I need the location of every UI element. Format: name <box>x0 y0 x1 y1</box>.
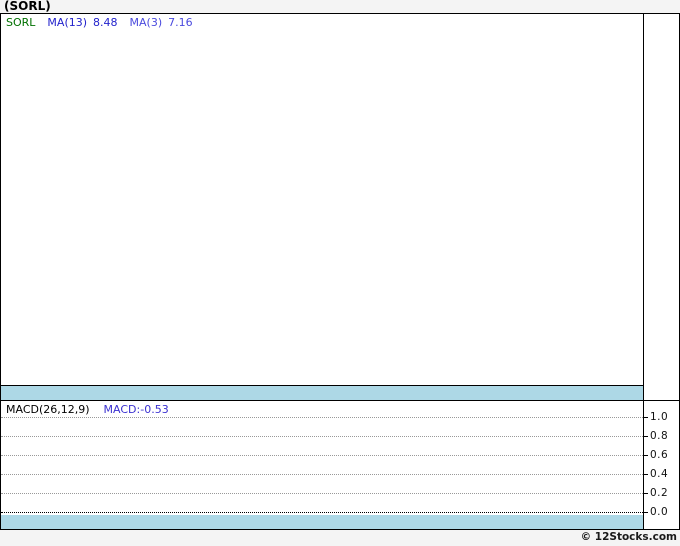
macd-gridline-0.6 <box>1 455 643 456</box>
macd-panel-divider <box>1 400 679 401</box>
macd-gridline-1.0 <box>1 417 643 418</box>
chart-frame: SORL MA(13) 8.48 MA(3) 7.16 MACD(26,12,9) MAC… <box>0 13 680 530</box>
macd-legend-value: MACD:-0.53 <box>103 403 169 416</box>
macd-zero-line <box>1 512 643 513</box>
legend-ma3-label: MA(3) <box>129 16 163 29</box>
macd-gridline-0.8 <box>1 436 643 437</box>
page-title: (SORL) <box>4 0 51 13</box>
price-panel-legend: SORL MA(13) 8.48 MA(3) 7.16 <box>6 16 193 29</box>
axis-tick <box>643 416 648 418</box>
copyright-text: © 12Stocks.com <box>580 531 677 543</box>
axis-tick <box>643 454 648 456</box>
legend-ma13-value: 8.48 <box>93 16 118 29</box>
macd-gridline-0.4 <box>1 474 643 475</box>
axis-tick <box>643 435 648 437</box>
axis-tick <box>643 511 648 513</box>
macd-axis-label-1.0: 1.0 <box>643 410 668 424</box>
macd-gridline-0.2 <box>1 493 643 494</box>
legend-symbol: SORL <box>6 16 36 29</box>
macd-axis-label-0.6: 0.6 <box>643 448 668 462</box>
macd-axis-label-0.2: 0.2 <box>643 486 668 500</box>
plot-area <box>1 14 644 529</box>
price-panel-bottom-band <box>1 385 643 400</box>
axis-tick <box>643 473 648 475</box>
macd-panel-bottom-band <box>1 515 643 529</box>
legend-ma3-value: 7.16 <box>168 16 193 29</box>
macd-axis-label-0.8: 0.8 <box>643 429 668 443</box>
macd-legend-label: MACD(26,12,9) <box>6 403 90 416</box>
macd-panel-legend: MACD(26,12,9) MACD:-0.53 <box>6 403 169 416</box>
macd-axis-label-0.0: 0.0 <box>643 505 668 519</box>
axis-tick <box>643 492 648 494</box>
macd-axis-label-0.4: 0.4 <box>643 467 668 481</box>
legend-ma13-label: MA(13) <box>47 16 88 29</box>
